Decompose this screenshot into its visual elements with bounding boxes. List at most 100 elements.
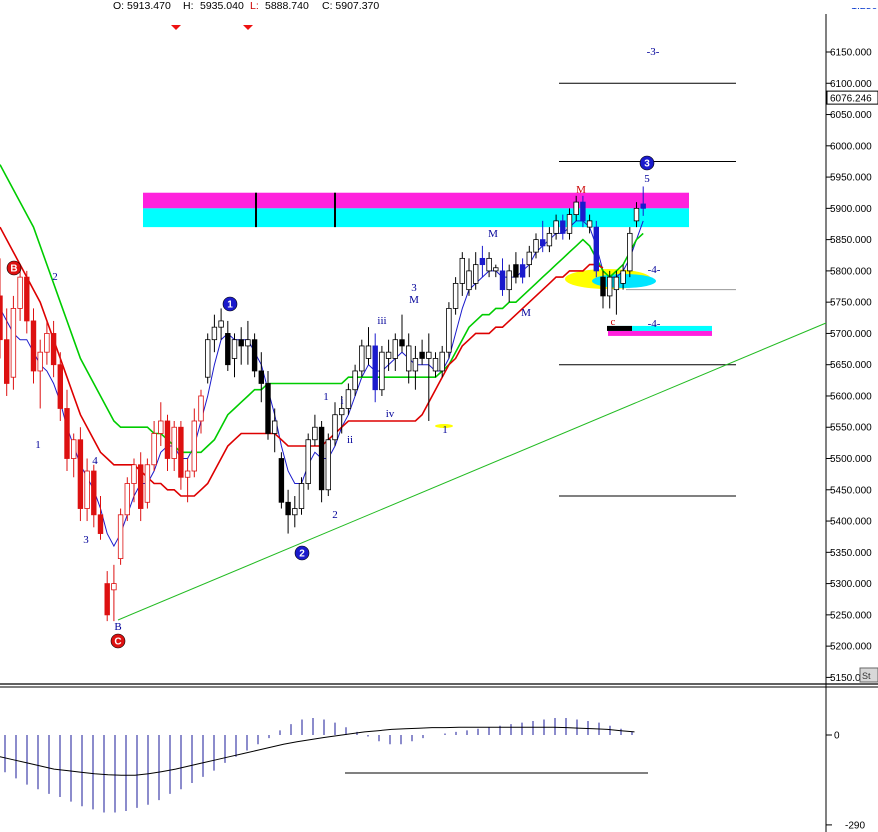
candle-body [600,276,606,297]
candle-body [620,270,626,284]
y-axis-tick-label: 5700.000 [830,329,872,340]
wave-label: c [611,316,616,328]
wave-label: 2 [332,509,338,521]
candle-body [405,345,412,372]
candle-body [198,395,204,422]
candle-body [117,514,124,559]
status-icon-text: St [862,671,871,681]
candle-body [251,339,258,372]
candle-body [44,333,50,353]
candle-body [0,295,3,341]
candle-body [365,345,372,359]
candle-body [231,339,238,359]
candle-body [218,320,224,328]
candle-body [526,251,532,266]
candle-body [285,501,291,516]
wave-label: 4 [92,455,98,467]
wave-label: 1 [323,391,329,403]
candle-body [486,257,492,272]
wave-label: 3 [83,534,89,546]
candle-body [352,370,358,391]
y-axis-tick-label: 5450.000 [830,485,872,496]
candle-body [245,339,251,347]
candle-body [359,345,365,372]
candle-body [419,351,425,359]
candle-body [640,203,646,209]
candle-body [111,583,117,591]
candle-body [580,201,586,222]
candle-body [71,439,77,459]
candle-body [64,408,70,459]
osc-tick-label: -290 [845,820,865,831]
candle-body [426,351,432,359]
candle-body [204,339,211,378]
candle-body [292,508,298,516]
wave-label: ii [347,434,353,446]
candle-body [184,470,191,478]
y-axis-tick-label: 5850.000 [830,235,872,246]
wave-label: 1 [35,439,41,451]
candle-body [318,426,325,491]
candle-body [271,420,278,434]
candle-body [191,420,197,472]
y-axis-tick-label: 5650.000 [830,360,872,371]
wave-circle-label: C [114,637,121,648]
osc-signal-line [0,726,635,776]
candle-body [211,326,218,341]
price-panel [0,14,826,684]
candle-body [238,339,244,347]
y-axis-tick-label: 5750.000 [830,298,872,309]
price-chart-svg: 6150.000 6100.000 6050.000 6000.000 5950.000… [0,0,878,832]
support-zone-bottom [608,330,712,336]
candle-body [519,264,526,278]
candle-body [573,201,579,216]
candle-body [466,270,472,291]
candle-body [171,426,177,459]
y-axis-tick-label: 6000.000 [830,141,872,152]
candle-body [627,232,633,272]
y-axis-tick-label: 5550.000 [830,423,872,434]
wave-circle-label: B [10,264,17,275]
candle-body [540,239,546,247]
y-axis-tick-label: 6050.000 [830,110,872,121]
candle-body [586,220,593,228]
wave-label: -4- [648,264,661,276]
candle-body [613,276,620,291]
chart-window: O: 5913.470 H: 5935.040 L: 5888.740 C: 5… [0,0,878,832]
candle-body [607,276,613,297]
candle-body [499,270,506,291]
last-price-label: 6076.246 [830,94,872,105]
candle-body [412,358,419,372]
candle-body [84,470,90,509]
candle-body [258,370,264,384]
candle-body [124,483,130,516]
candle-body [137,464,144,509]
candle-body [399,339,405,347]
candle-body [37,351,43,372]
candle-body [91,470,97,516]
y-axis-tick-label: 5250.000 [830,610,872,621]
candle-body [385,351,392,359]
candle-body [57,364,63,409]
wave-label: M [488,228,498,240]
wave-label: 2 [52,271,58,283]
resistance-zone-top [143,192,689,209]
wave-label: -4- [648,318,661,330]
candle-body [4,339,10,384]
wave-label: iii [377,315,386,327]
candle-body [546,232,553,247]
candle-body [493,267,499,272]
candle-body [506,270,512,291]
y-axis-tick-label: 5350.000 [830,548,872,559]
candle-body [178,426,184,478]
candle-body [325,439,331,491]
wave-label: 3 [411,282,417,294]
candle-body [439,351,445,372]
wave-label: -3- [647,46,660,58]
wave-label: 5 [644,173,650,185]
candle-body [553,220,559,234]
y-axis-tick-label: 5300.000 [830,579,872,590]
candle-body [104,583,110,616]
wave-label: i [340,395,343,407]
y-axis-tick-label: 5400.000 [830,517,872,528]
